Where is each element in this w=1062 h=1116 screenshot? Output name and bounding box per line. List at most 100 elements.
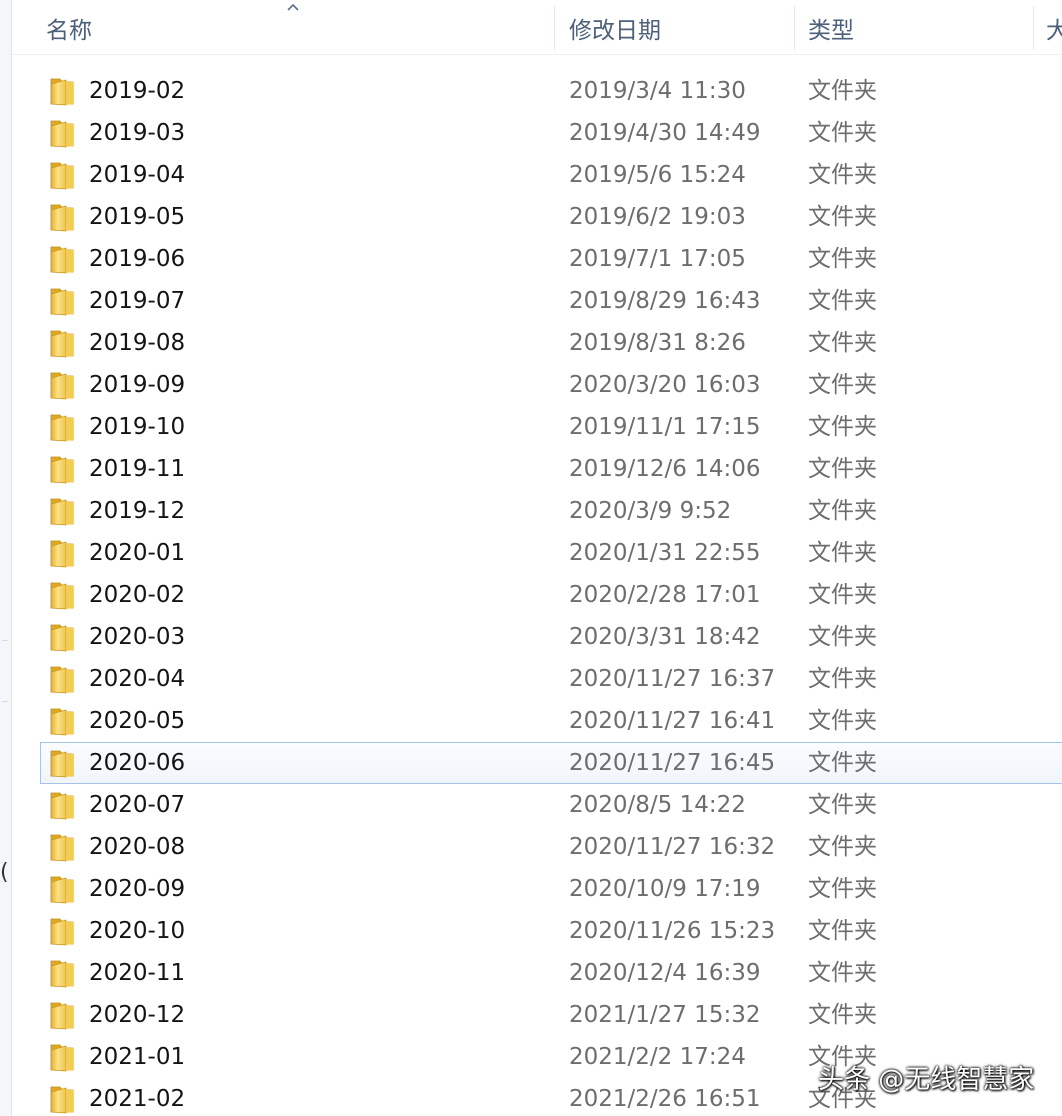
item-type: 文件夹 xyxy=(808,288,877,314)
table-row[interactable]: 2020-05 2020/11/27 16:41 文件夹 xyxy=(12,700,1062,742)
item-type: 文件夹 xyxy=(808,498,877,524)
column-resize-handle[interactable] xyxy=(1033,6,1034,50)
table-row[interactable]: 2019-05 2019/6/2 19:03 文件夹 xyxy=(12,196,1062,238)
folder-icon xyxy=(50,540,74,568)
date-modified: 2021/2/26 16:51 xyxy=(569,1086,761,1112)
table-row[interactable]: 2020-11 2020/12/4 16:39 文件夹 xyxy=(12,952,1062,994)
table-row[interactable]: 2019-10 2019/11/1 17:15 文件夹 xyxy=(12,406,1062,448)
table-row[interactable]: 2020-10 2020/11/26 15:23 文件夹 xyxy=(12,910,1062,952)
folder-name: 2020-05 xyxy=(89,708,186,734)
folder-name: 2019-08 xyxy=(89,330,186,356)
item-type: 文件夹 xyxy=(808,582,877,608)
folder-icon xyxy=(50,372,74,400)
folder-name: 2020-08 xyxy=(89,834,186,860)
date-modified: 2019/5/6 15:24 xyxy=(569,162,746,188)
column-header-date-modified[interactable]: 修改日期 xyxy=(569,0,661,54)
item-type: 文件夹 xyxy=(808,624,877,650)
folder-name: 2020-07 xyxy=(89,792,186,818)
folder-name: 2020-01 xyxy=(89,540,186,566)
table-row[interactable]: 2019-03 2019/4/30 14:49 文件夹 xyxy=(12,112,1062,154)
column-header-size[interactable]: 大 xyxy=(1046,0,1062,54)
table-row[interactable]: 2019-07 2019/8/29 16:43 文件夹 xyxy=(12,280,1062,322)
table-row[interactable]: 2019-09 2020/3/20 16:03 文件夹 xyxy=(12,364,1062,406)
file-list-pane: 名称 修改日期 类型 大 2019-02 2019/3/4 11:30 文件夹 201… xyxy=(12,0,1062,1116)
folder-name: 2020-10 xyxy=(89,918,186,944)
folder-name: 2020-04 xyxy=(89,666,186,692)
table-row[interactable]: 2019-06 2019/7/1 17:05 文件夹 xyxy=(12,238,1062,280)
date-modified: 2020/8/5 14:22 xyxy=(569,792,746,818)
item-type: 文件夹 xyxy=(808,372,877,398)
table-row[interactable]: 2020-01 2020/1/31 22:55 文件夹 xyxy=(12,532,1062,574)
navigation-pane-edge: ( xyxy=(0,0,12,1116)
item-type: 文件夹 xyxy=(808,456,877,482)
folder-icon xyxy=(50,204,74,232)
column-resize-handle[interactable] xyxy=(794,6,795,50)
date-modified: 2020/3/20 16:03 xyxy=(569,372,761,398)
table-row[interactable]: 2019-04 2019/5/6 15:24 文件夹 xyxy=(12,154,1062,196)
date-modified: 2020/11/26 15:23 xyxy=(569,918,776,944)
item-type: 文件夹 xyxy=(808,750,877,776)
column-header-bar: 名称 修改日期 类型 大 xyxy=(12,0,1062,55)
column-header-type[interactable]: 类型 xyxy=(808,0,854,54)
folder-name: 2019-02 xyxy=(89,78,186,104)
folder-icon xyxy=(50,582,74,610)
date-modified: 2020/11/27 16:37 xyxy=(569,666,776,692)
table-row[interactable]: 2019-02 2019/3/4 11:30 文件夹 xyxy=(12,70,1062,112)
date-modified: 2020/11/27 16:45 xyxy=(569,750,776,776)
folder-icon xyxy=(50,414,74,442)
date-modified: 2020/11/27 16:32 xyxy=(569,834,776,860)
table-row[interactable]: 2020-09 2020/10/9 17:19 文件夹 xyxy=(12,868,1062,910)
date-modified: 2019/8/31 8:26 xyxy=(569,330,746,356)
folder-name: 2020-12 xyxy=(89,1002,186,1028)
table-row[interactable]: 2019-08 2019/8/31 8:26 文件夹 xyxy=(12,322,1062,364)
folder-name: 2019-12 xyxy=(89,498,186,524)
folder-name: 2019-04 xyxy=(89,162,186,188)
folder-name: 2020-02 xyxy=(89,582,186,608)
table-row[interactable]: 2020-12 2021/1/27 15:32 文件夹 xyxy=(12,994,1062,1036)
date-modified: 2019/3/4 11:30 xyxy=(569,78,746,104)
folder-name: 2020-06 xyxy=(89,750,186,776)
folder-icon xyxy=(50,120,74,148)
file-list: 2019-02 2019/3/4 11:30 文件夹 2019-03 2019/4/30… xyxy=(12,70,1062,1116)
item-type: 文件夹 xyxy=(808,666,877,692)
date-modified: 2019/8/29 16:43 xyxy=(569,288,761,314)
date-modified: 2020/3/9 9:52 xyxy=(569,498,732,524)
item-type: 文件夹 xyxy=(808,960,877,986)
folder-icon xyxy=(50,876,74,904)
item-type: 文件夹 xyxy=(808,414,877,440)
date-modified: 2021/2/2 17:24 xyxy=(569,1044,746,1070)
table-row[interactable]: 2020-03 2020/3/31 18:42 文件夹 xyxy=(12,616,1062,658)
folder-icon xyxy=(50,288,74,316)
item-type: 文件夹 xyxy=(808,120,877,146)
table-row[interactable]: 2020-08 2020/11/27 16:32 文件夹 xyxy=(12,826,1062,868)
folder-icon xyxy=(50,708,74,736)
folder-name: 2019-05 xyxy=(89,204,186,230)
table-row[interactable]: 2020-04 2020/11/27 16:37 文件夹 xyxy=(12,658,1062,700)
date-modified: 2020/1/31 22:55 xyxy=(569,540,761,566)
folder-name: 2020-03 xyxy=(89,624,186,650)
table-row-selected[interactable]: 2020-06 2020/11/27 16:45 文件夹 xyxy=(40,742,1062,784)
folder-name: 2019-07 xyxy=(89,288,186,314)
folder-icon xyxy=(50,1002,74,1030)
date-modified: 2019/12/6 14:06 xyxy=(569,456,761,482)
item-type: 文件夹 xyxy=(808,876,877,902)
column-resize-handle[interactable] xyxy=(554,6,555,50)
table-row[interactable]: 2020-02 2020/2/28 17:01 文件夹 xyxy=(12,574,1062,616)
table-row[interactable]: 2019-11 2019/12/6 14:06 文件夹 xyxy=(12,448,1062,490)
item-type: 文件夹 xyxy=(808,330,877,356)
date-modified: 2019/11/1 17:15 xyxy=(569,414,761,440)
item-type: 文件夹 xyxy=(808,834,877,860)
folder-name: 2021-01 xyxy=(89,1044,186,1070)
table-row[interactable]: 2019-12 2020/3/9 9:52 文件夹 xyxy=(12,490,1062,532)
item-type: 文件夹 xyxy=(808,918,877,944)
watermark-text: 头条 @无线智慧家 xyxy=(818,1065,1035,1095)
folder-icon xyxy=(50,162,74,190)
table-row[interactable]: 2020-07 2020/8/5 14:22 文件夹 xyxy=(12,784,1062,826)
nav-pane-divider xyxy=(2,640,8,702)
nav-pane-clipped-glyph: ( xyxy=(0,860,9,885)
column-header-name[interactable]: 名称 xyxy=(46,0,92,54)
date-modified: 2020/12/4 16:39 xyxy=(569,960,761,986)
folder-icon xyxy=(50,666,74,694)
item-type: 文件夹 xyxy=(808,204,877,230)
folder-icon xyxy=(50,246,74,274)
